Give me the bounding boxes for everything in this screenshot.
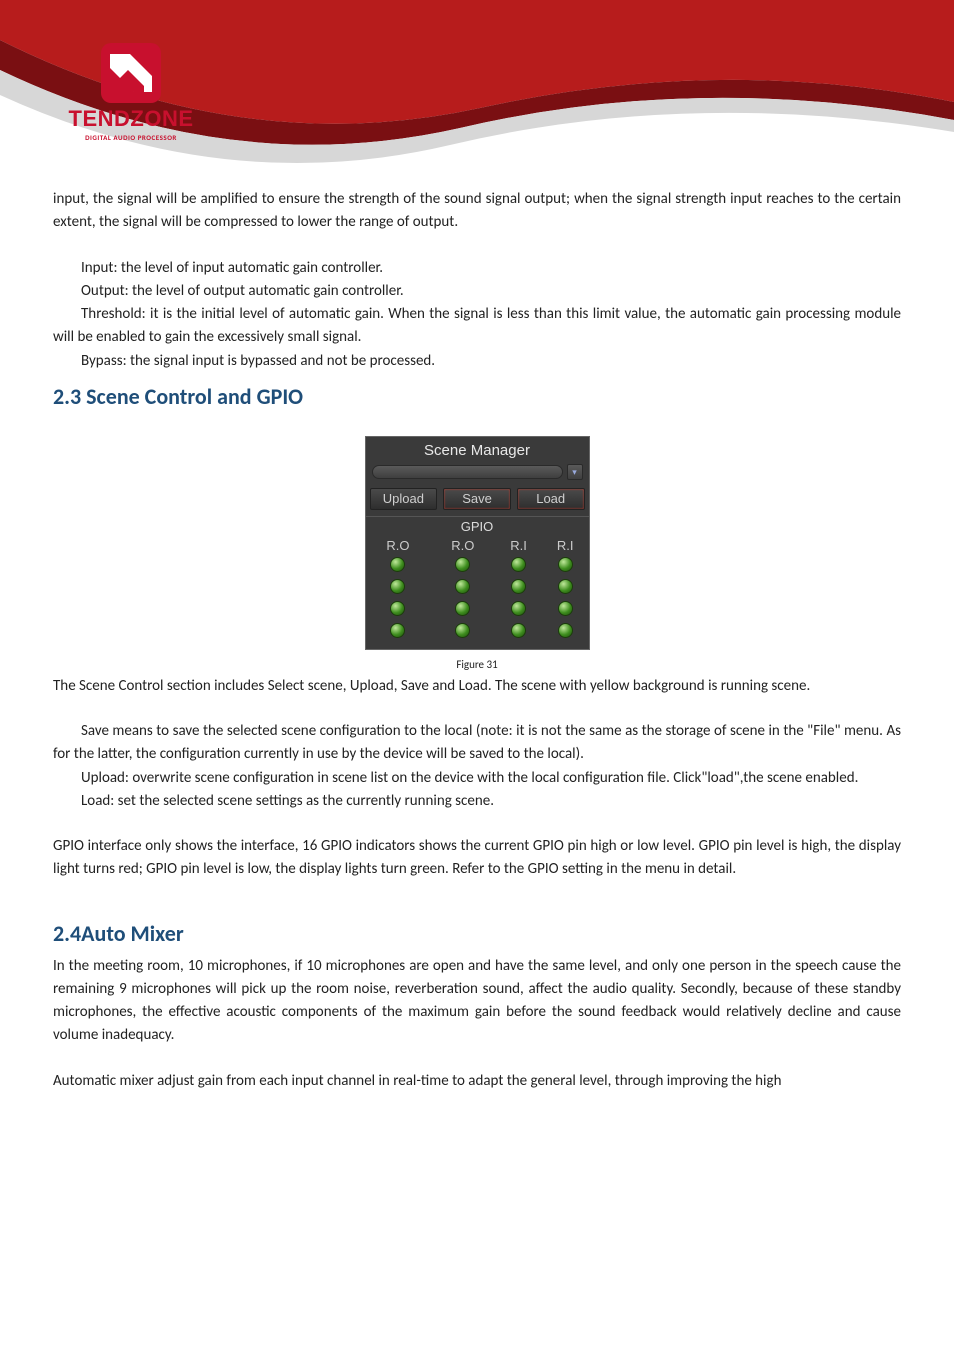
logo-wordmark: TENDZONE bbox=[56, 106, 206, 132]
scene-select-dropdown[interactable] bbox=[372, 465, 563, 479]
gpio-led bbox=[511, 579, 526, 594]
figure-31-caption: Figure 31 bbox=[53, 658, 901, 671]
gpio-table: R.O R.O R.I R.I bbox=[366, 536, 589, 643]
intro-paragraph: input, the signal will be amplified to e… bbox=[53, 188, 901, 235]
gpio-led bbox=[455, 601, 470, 616]
sec23-save: Save means to save the selected scene co… bbox=[53, 720, 901, 767]
scene-manager-panel: Scene Manager ▾ Upload Save Load GPIO R.… bbox=[365, 436, 590, 650]
gpio-header-row: R.O R.O R.I R.I bbox=[366, 536, 589, 555]
save-button[interactable]: Save bbox=[443, 488, 511, 510]
gpio-led bbox=[455, 579, 470, 594]
gpio-row bbox=[366, 621, 589, 643]
gpio-led bbox=[455, 557, 470, 572]
gpio-row bbox=[366, 555, 589, 577]
gpio-led bbox=[511, 623, 526, 638]
gpio-led bbox=[558, 579, 573, 594]
sec23-gpio: GPIO interface only shows the interface,… bbox=[53, 835, 901, 882]
gpio-led bbox=[455, 623, 470, 638]
gpio-col-3: R.I bbox=[542, 536, 589, 555]
gpio-col-0: R.O bbox=[366, 536, 431, 555]
scene-manager-title: Scene Manager bbox=[366, 437, 589, 464]
gpio-led bbox=[390, 557, 405, 572]
section-2-4-heading: 2.4Auto Mixer bbox=[53, 920, 901, 947]
gpio-led bbox=[558, 601, 573, 616]
load-button[interactable]: Load bbox=[517, 488, 585, 510]
gpio-section-title: GPIO bbox=[366, 516, 589, 536]
def-bypass: Bypass: the signal input is bypassed and… bbox=[53, 350, 901, 373]
sec24-p2: Automatic mixer adjust gain from each in… bbox=[53, 1070, 901, 1093]
gpio-led bbox=[390, 623, 405, 638]
section-2-3-heading: 2.3 Scene Control and GPIO bbox=[53, 383, 901, 410]
upload-button[interactable]: Upload bbox=[370, 488, 438, 510]
gpio-led bbox=[511, 557, 526, 572]
figure-31: Scene Manager ▾ Upload Save Load GPIO R.… bbox=[53, 436, 901, 671]
brand-logo: TENDZONE DIGITAL AUDIO PROCESSOR bbox=[56, 42, 206, 142]
scene-list-button[interactable]: ▾ bbox=[567, 464, 583, 480]
logo-tagline: DIGITAL AUDIO PROCESSOR bbox=[56, 133, 206, 142]
gpio-led bbox=[390, 579, 405, 594]
def-input: Input: the level of input automatic gain… bbox=[53, 257, 901, 280]
gpio-col-2: R.I bbox=[495, 536, 542, 555]
logo-mark-icon bbox=[100, 42, 162, 104]
gpio-led bbox=[390, 601, 405, 616]
gpio-led bbox=[558, 623, 573, 638]
gpio-led bbox=[511, 601, 526, 616]
def-output: Output: the level of output automatic ga… bbox=[53, 280, 901, 303]
def-threshold: Threshold: it is the initial level of au… bbox=[53, 303, 901, 350]
gpio-row bbox=[366, 599, 589, 621]
sec23-p1: The Scene Control section includes Selec… bbox=[53, 675, 901, 698]
sec24-p1: In the meeting room, 10 microphones, if … bbox=[53, 955, 901, 1048]
gpio-led bbox=[558, 557, 573, 572]
page-content: input, the signal will be amplified to e… bbox=[53, 188, 901, 1093]
sec23-upload: Upload: overwrite scene configuration in… bbox=[53, 767, 901, 790]
gpio-col-1: R.O bbox=[430, 536, 495, 555]
sec23-load: Load: set the selected scene settings as… bbox=[53, 790, 901, 813]
gpio-row bbox=[366, 577, 589, 599]
